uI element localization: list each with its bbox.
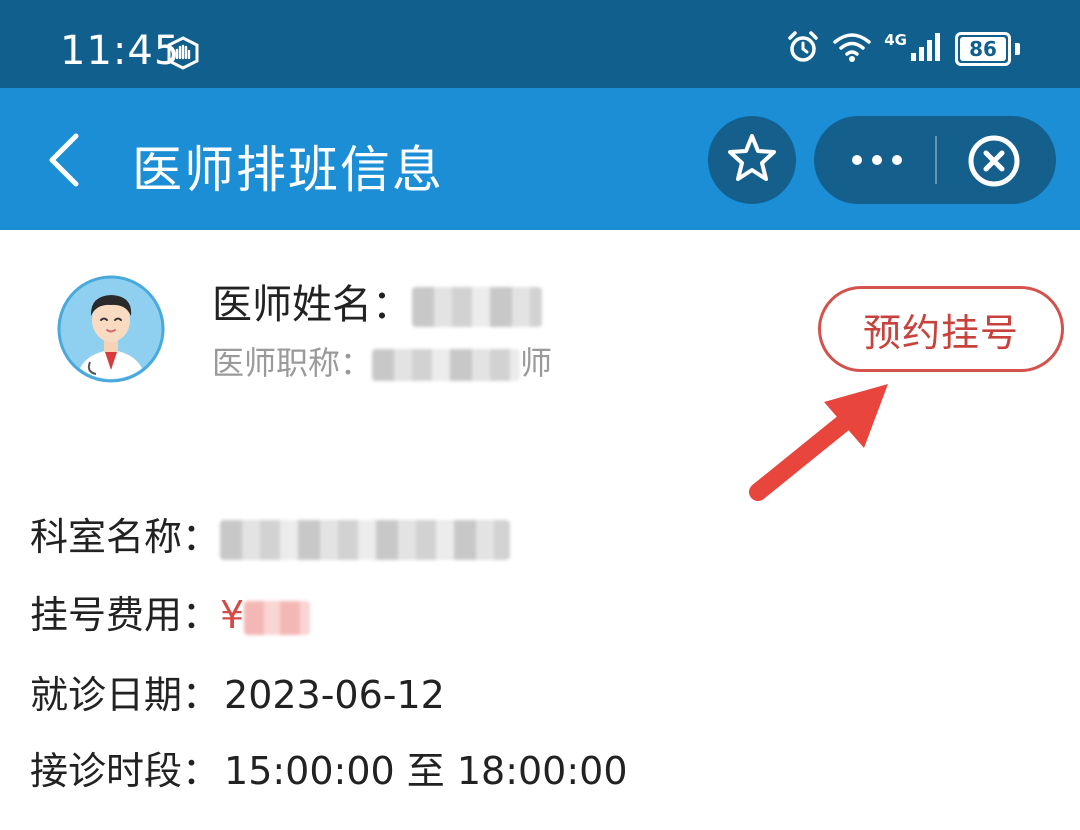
status-bar: 11:45 4G 86: [0, 0, 1080, 88]
department-row: 科室名称：: [30, 506, 511, 561]
doctor-name-label: 医师姓名：: [212, 282, 412, 328]
mini-program-capsule: [814, 116, 1056, 204]
nav-bar: 医师排班信息: [0, 88, 1080, 230]
network-type: 4G: [884, 31, 907, 49]
signal-icon: [909, 31, 943, 67]
time-label: 接诊时段：: [30, 749, 221, 793]
wifi-icon: [832, 31, 872, 67]
doctor-title-suffix: 师: [520, 344, 553, 382]
close-circle-icon[interactable]: [966, 133, 1022, 189]
doctor-name: 医师姓名：: [212, 272, 542, 330]
back-chevron-icon[interactable]: [40, 132, 90, 188]
redacted-doctor-name: [412, 287, 542, 327]
date-value: 2023-06-12: [224, 673, 445, 717]
favorite-button[interactable]: [708, 116, 796, 204]
redacted-doctor-title: [372, 349, 521, 381]
fee-row: 挂号费用：¥: [30, 584, 311, 639]
battery-tip: [1015, 43, 1020, 55]
book-appointment-button[interactable]: 预约挂号: [818, 286, 1064, 372]
time-row: 接诊时段： 15:00:00 至 18:00:00: [30, 740, 628, 795]
fee-label: 挂号费用：: [30, 593, 221, 637]
capsule-divider: [935, 136, 937, 184]
time-value: 15:00:00 至 18:00:00: [224, 749, 628, 793]
status-time: 11:45: [60, 28, 181, 74]
redacted-department: [220, 519, 511, 560]
date-row: 就诊日期： 2023-06-12: [30, 664, 445, 719]
date-label: 就诊日期：: [30, 673, 221, 717]
battery-icon: 86: [955, 32, 1011, 66]
hand-shield-icon: [166, 36, 200, 74]
alarm-icon: [786, 30, 820, 68]
more-dots-icon[interactable]: [842, 142, 912, 178]
doctor-avatar: [56, 274, 166, 384]
page-title: 医师排班信息: [132, 141, 444, 199]
star-icon: [726, 132, 778, 188]
fee-currency: ¥: [220, 593, 245, 637]
redacted-fee: [244, 600, 311, 635]
battery-level: 86: [969, 37, 997, 61]
status-icons: 4G 86: [786, 30, 1020, 68]
doctor-title-label: 医师职称：: [212, 344, 373, 382]
annotation-arrow-icon: [740, 370, 900, 510]
department-label: 科室名称：: [30, 515, 221, 559]
doctor-title: 医师职称： 师: [212, 338, 552, 384]
